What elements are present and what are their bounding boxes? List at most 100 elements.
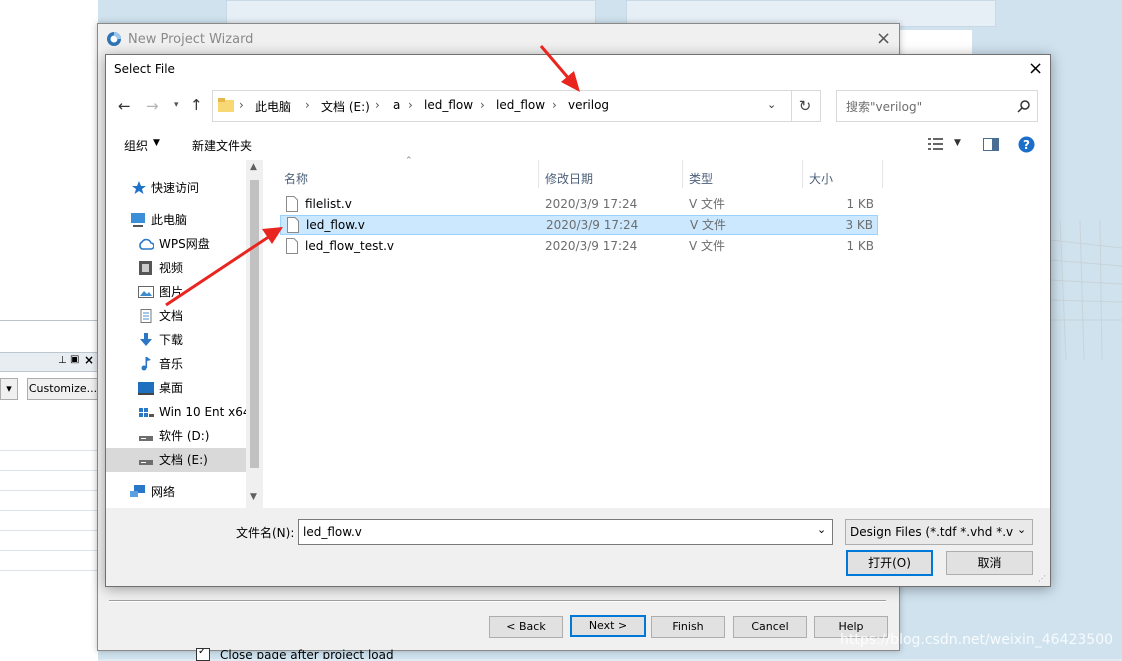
next-button[interactable]: Next > xyxy=(570,615,646,637)
file-icon xyxy=(286,238,298,254)
column-header-name[interactable]: 名称 xyxy=(284,168,308,190)
nav-item-label: Win 10 Ent x64 xyxy=(159,405,251,419)
forward-arrow-icon[interactable]: → xyxy=(146,97,159,115)
column-header-type[interactable]: 类型 xyxy=(689,168,713,190)
nav-item-label: 下载 xyxy=(159,333,184,347)
dock-row xyxy=(0,451,98,471)
up-arrow-icon[interactable]: ↑ xyxy=(190,96,203,114)
wizard-divider xyxy=(109,600,886,602)
drive-icon xyxy=(139,436,153,441)
file-row[interactable]: led_flow_test.v 2020/3/9 17:24 V 文件 1 KB xyxy=(280,236,878,256)
wizard-close-icon[interactable]: × xyxy=(876,28,891,49)
organize-dropdown-icon[interactable]: ▼ xyxy=(153,138,160,148)
nav-item-label: 图片 xyxy=(159,285,184,299)
back-button[interactable]: < Back xyxy=(489,616,563,638)
navigation-scrollbar[interactable]: ▲ ▼ xyxy=(246,160,263,508)
nav-item-downloads[interactable]: 下载 xyxy=(106,328,246,352)
column-header-modified[interactable]: 修改日期 xyxy=(545,168,593,190)
refresh-icon[interactable]: ↻ xyxy=(790,90,821,122)
help-icon[interactable]: ? xyxy=(1018,136,1035,153)
file-type-filter[interactable]: Design Files (*.tdf *.vhd *.vhc ⌄ xyxy=(845,519,1033,545)
nav-item-network[interactable]: 网络 xyxy=(106,480,246,504)
breadcrumb-drive-e[interactable]: 文档 (E:) xyxy=(321,98,370,115)
nav-item-drive-e[interactable]: 文档 (E:) xyxy=(106,448,246,472)
column-divider[interactable] xyxy=(538,160,539,188)
address-history-chevron-icon[interactable]: ⌄ xyxy=(767,98,776,111)
open-button[interactable]: 打开(O) xyxy=(846,550,933,576)
search-placeholder: 搜索"verilog" xyxy=(846,100,923,114)
nav-item-videos[interactable]: 视频 xyxy=(106,256,246,280)
dock-row xyxy=(0,431,98,451)
view-dropdown-icon[interactable]: ▼ xyxy=(954,138,961,148)
resize-grip-icon[interactable]: ⋰ xyxy=(1038,574,1046,583)
back-arrow-icon[interactable]: ← xyxy=(118,97,131,115)
file-row[interactable]: filelist.v 2020/3/9 17:24 V 文件 1 KB xyxy=(280,194,878,214)
breadcrumb-separator: › xyxy=(408,98,413,112)
star-icon xyxy=(132,181,146,194)
column-divider[interactable] xyxy=(802,160,803,188)
dock-pin-icon[interactable]: ⊥ xyxy=(58,355,67,366)
nav-item-documents[interactable]: 文档 xyxy=(106,304,246,328)
file-name: led_flow_test.v xyxy=(305,239,395,253)
new-folder-button[interactable]: 新建文件夹 xyxy=(192,137,252,154)
scroll-up-icon[interactable]: ▲ xyxy=(250,162,257,172)
wizard-title: New Project Wizard xyxy=(128,32,254,47)
nav-item-win10-drive[interactable]: Win 10 Ent x64 xyxy=(106,400,251,424)
recent-locations-icon[interactable]: ▾ xyxy=(174,100,179,110)
nav-item-label: WPS网盘 xyxy=(159,237,210,251)
breadcrumb-separator: › xyxy=(552,98,557,112)
search-box[interactable]: 搜索"verilog" xyxy=(836,90,1038,122)
drive-icon xyxy=(139,460,153,465)
view-options-icon[interactable] xyxy=(928,138,944,150)
computer-icon xyxy=(131,213,145,227)
dock-float-icon[interactable]: ▣ xyxy=(70,354,79,365)
drive-icon xyxy=(139,408,154,417)
nav-item-music[interactable]: 音乐 xyxy=(106,352,246,376)
dock-dropdown-button[interactable]: ▾ xyxy=(0,378,18,400)
nav-item-quick-access[interactable]: 快速访问 xyxy=(106,176,246,200)
close-page-checkbox[interactable]: ✓ xyxy=(196,648,210,661)
file-list: ⌃ 名称 修改日期 类型 大小 filelist.v 2020/3/9 17:2… xyxy=(263,156,1050,508)
file-type-filter-value: Design Files (*.tdf *.vhd *.vhc xyxy=(850,525,1014,539)
nav-item-label: 文档 xyxy=(159,309,184,323)
column-divider[interactable] xyxy=(682,160,683,188)
dialog-close-icon[interactable]: × xyxy=(1028,58,1043,79)
preview-pane-icon[interactable] xyxy=(983,138,999,151)
nav-item-label: 音乐 xyxy=(159,357,184,371)
column-divider[interactable] xyxy=(882,160,883,188)
file-row-selected[interactable]: led_flow.v 2020/3/9 17:24 V 文件 3 KB xyxy=(280,215,878,235)
file-type: V 文件 xyxy=(689,239,726,253)
music-icon xyxy=(141,357,151,371)
wizard-cancel-button[interactable]: Cancel xyxy=(733,616,807,638)
address-bar[interactable]: › 此电脑 › 文档 (E:) › a › led_flow › led_flo… xyxy=(212,90,792,122)
scroll-down-icon[interactable]: ▼ xyxy=(250,492,257,502)
nav-item-drive-d[interactable]: 软件 (D:) xyxy=(106,424,246,448)
breadcrumb-led-flow-2[interactable]: led_flow xyxy=(496,98,545,112)
nav-item-wps-drive[interactable]: WPS网盘 xyxy=(106,232,246,256)
customize-button[interactable]: Customize... xyxy=(27,378,99,400)
breadcrumb-separator: › xyxy=(480,98,485,112)
breadcrumb-this-pc[interactable]: 此电脑 xyxy=(255,98,291,115)
nav-item-label: 网络 xyxy=(151,485,176,499)
file-name: filelist.v xyxy=(305,197,352,211)
breadcrumb-led-flow-1[interactable]: led_flow xyxy=(424,98,473,112)
nav-item-this-pc[interactable]: 此电脑 xyxy=(106,208,246,232)
scrollbar-thumb[interactable] xyxy=(250,180,259,468)
search-icon[interactable] xyxy=(1017,100,1030,113)
dock-close-icon[interactable]: × xyxy=(84,353,94,367)
breadcrumb-verilog[interactable]: verilog xyxy=(568,98,609,112)
organize-menu[interactable]: 组织 xyxy=(124,137,148,154)
dialog-cancel-button[interactable]: 取消 xyxy=(946,551,1033,575)
filename-input[interactable]: led_flow.v ⌄ xyxy=(298,519,833,545)
breadcrumb-a[interactable]: a xyxy=(393,98,400,112)
nav-item-pictures[interactable]: 图片 xyxy=(106,280,246,304)
filename-history-chevron-icon[interactable]: ⌄ xyxy=(817,523,826,536)
close-page-label: Close page after project load xyxy=(220,648,394,659)
nav-item-desktop[interactable]: 桌面 xyxy=(106,376,246,400)
file-size: 1 KB xyxy=(846,197,874,211)
select-file-dialog: Select File × ← → ▾ ↑ › 此电脑 › 文档 (E:) › … xyxy=(105,54,1051,587)
column-header-size[interactable]: 大小 xyxy=(809,168,833,190)
filename-label: 文件名(N): xyxy=(236,526,295,540)
filter-chevron-icon[interactable]: ⌄ xyxy=(1017,523,1026,536)
finish-button[interactable]: Finish xyxy=(651,616,725,638)
